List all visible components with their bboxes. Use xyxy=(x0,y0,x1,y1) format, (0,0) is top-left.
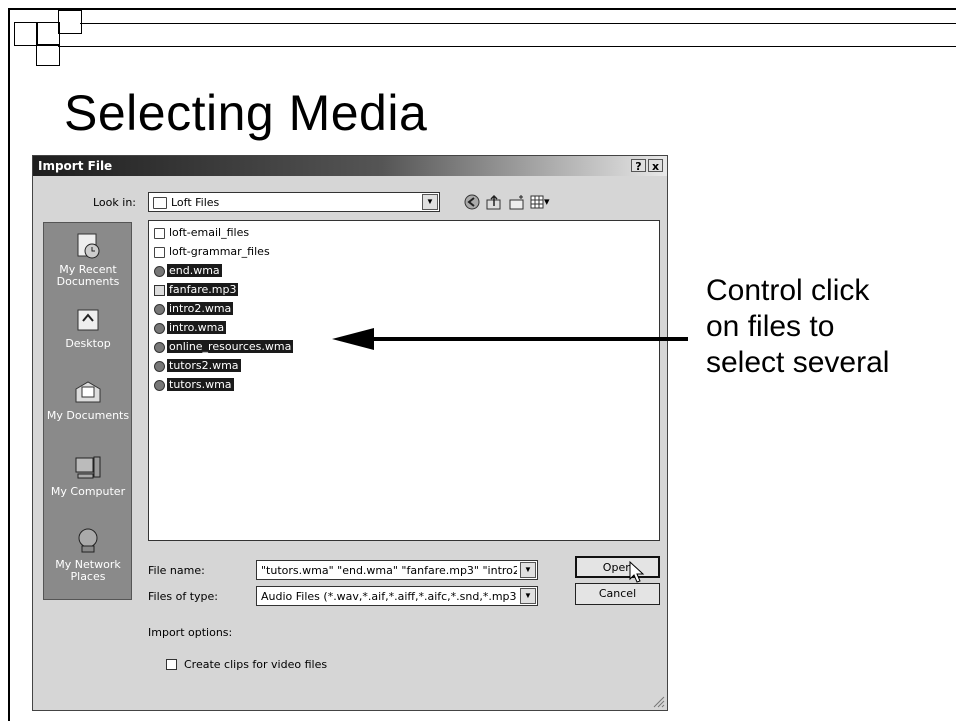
help-button[interactable]: ? xyxy=(631,159,646,173)
files-of-type-dropdown[interactable]: Audio Files (*.wav,*.aif,*.aiff,*.aifc,*… xyxy=(256,586,538,606)
list-item[interactable]: loft-email_files xyxy=(154,226,251,241)
cancel-button-label: Cancel xyxy=(598,587,637,600)
annotation-line: on files to xyxy=(706,310,835,343)
file-name: fanfare.mp3 xyxy=(167,283,239,296)
list-item[interactable]: tutors2.wma xyxy=(154,359,241,374)
views-menu-icon[interactable]: ▾ xyxy=(530,194,554,210)
places-bar: My Recent Documents Desktop My Documents… xyxy=(43,222,132,600)
file-name: end.wma xyxy=(167,264,222,277)
chevron-down-icon[interactable]: ▼ xyxy=(422,194,438,210)
look-in-label: Look in: xyxy=(93,196,136,209)
annotation-text: Control click on files to select several xyxy=(706,273,889,381)
annotation-arrow xyxy=(332,328,688,350)
files-of-type-label: Files of type: xyxy=(148,590,219,603)
wma-file-icon xyxy=(154,360,165,372)
annotation-line: select several xyxy=(706,346,890,379)
file-name-field[interactable]: "tutors.wma" "end.wma" "fanfare.mp3" "in… xyxy=(256,560,538,580)
list-item[interactable]: intro.wma xyxy=(154,321,227,336)
annotation-line: Control click xyxy=(706,274,870,307)
list-item[interactable]: end.wma xyxy=(154,264,222,279)
place-network[interactable]: My Network Places xyxy=(44,526,132,583)
import-file-dialog: Import File ? x Look in: Loft Files ▼ ▾ … xyxy=(32,155,668,711)
file-name: intro2.wma xyxy=(167,302,234,315)
corner-box-4 xyxy=(36,44,60,66)
chevron-down-icon[interactable]: ▼ xyxy=(520,562,536,578)
file-name: loft-email_files xyxy=(169,226,250,239)
slide-title: Selecting Media xyxy=(64,85,428,141)
place-label: My Network Places xyxy=(55,558,121,583)
file-name: online_resources.wma xyxy=(167,340,294,353)
top-rule xyxy=(8,8,956,10)
place-my-computer[interactable]: My Computer xyxy=(44,453,132,498)
file-list[interactable]: loft-email_files loft-grammar_files end.… xyxy=(148,220,660,541)
mp3-file-icon xyxy=(154,284,165,296)
look-in-value: Loft Files xyxy=(171,196,220,209)
folder-icon xyxy=(154,246,165,258)
place-desktop[interactable]: Desktop xyxy=(44,305,132,350)
file-name: intro.wma xyxy=(167,321,227,334)
create-clips-label[interactable]: Create clips for video files xyxy=(184,658,327,671)
list-item[interactable]: tutors.wma xyxy=(154,378,234,393)
place-label: My Recent Documents xyxy=(56,263,120,288)
file-name: tutors2.wma xyxy=(167,359,241,372)
chevron-down-icon[interactable]: ▼ xyxy=(520,588,536,604)
resize-grip-icon[interactable] xyxy=(651,694,665,708)
file-name-value: "tutors.wma" "end.wma" "fanfare.mp3" "in… xyxy=(261,564,517,577)
file-name: loft-grammar_files xyxy=(169,245,270,258)
list-item[interactable]: loft-grammar_files xyxy=(154,245,272,260)
corner-box-3 xyxy=(58,10,82,34)
place-label: My Computer xyxy=(50,485,126,498)
wma-file-icon xyxy=(154,265,165,277)
import-options-label: Import options: xyxy=(148,626,233,639)
create-clips-checkbox[interactable] xyxy=(166,659,177,670)
place-recent-documents[interactable]: My Recent Documents xyxy=(44,231,132,288)
up-folder-icon[interactable] xyxy=(485,193,503,211)
wma-file-icon xyxy=(154,379,165,391)
my-documents-icon xyxy=(75,381,101,403)
wma-file-icon xyxy=(154,322,165,334)
wma-file-icon xyxy=(154,303,165,315)
title-rule xyxy=(58,46,956,47)
dialog-title: Import File xyxy=(38,159,113,173)
wma-file-icon xyxy=(154,341,165,353)
desktop-icon xyxy=(77,309,99,331)
corner-box-1 xyxy=(14,22,38,46)
new-folder-icon[interactable] xyxy=(508,193,526,211)
my-computer-icon xyxy=(75,456,101,479)
corner-box-2 xyxy=(36,22,60,46)
title-rule-thin xyxy=(80,23,956,24)
recent-documents-icon xyxy=(77,233,100,259)
file-name-label: File name: xyxy=(148,564,205,577)
files-of-type-value: Audio Files (*.wav,*.aif,*.aiff,*.aifc,*… xyxy=(261,590,517,603)
place-label: My Documents xyxy=(46,409,130,422)
open-button-label: Open xyxy=(602,561,633,574)
back-icon[interactable] xyxy=(463,193,481,211)
list-item[interactable]: online_resources.wma xyxy=(154,340,294,355)
place-my-documents[interactable]: My Documents xyxy=(44,377,132,422)
cancel-button[interactable]: Cancel xyxy=(575,583,660,605)
close-button[interactable]: x xyxy=(648,159,663,173)
list-item[interactable]: fanfare.mp3 xyxy=(154,283,239,298)
mouse-cursor-icon xyxy=(629,561,645,583)
dialog-titlebar[interactable]: Import File ? x xyxy=(33,156,667,176)
place-label: Desktop xyxy=(65,337,111,350)
folder-icon xyxy=(154,227,165,239)
open-button[interactable]: Open xyxy=(575,556,660,578)
list-item[interactable]: intro2.wma xyxy=(154,302,234,317)
file-name: tutors.wma xyxy=(167,378,234,391)
folder-icon xyxy=(153,197,167,209)
look-in-dropdown[interactable]: Loft Files ▼ xyxy=(148,192,440,212)
network-places-icon xyxy=(78,528,98,553)
